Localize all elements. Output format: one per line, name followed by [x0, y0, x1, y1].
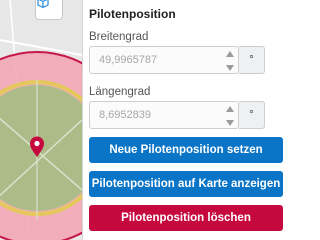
- cube-icon: [37, 0, 49, 9]
- longitude-stepper[interactable]: [226, 106, 234, 126]
- spin-up-icon[interactable]: [226, 106, 234, 112]
- delete-pilot-position-button[interactable]: Pilotenposition löschen: [89, 205, 283, 231]
- show-pilot-position-button[interactable]: Pilotenposition auf Karte anzeigen: [89, 171, 283, 197]
- spin-down-icon[interactable]: [226, 120, 234, 126]
- latitude-stepper[interactable]: [226, 51, 234, 71]
- view-3d-button[interactable]: [35, 0, 63, 20]
- longitude-input[interactable]: 8,6952839: [89, 101, 239, 129]
- latitude-label: Breitengrad: [89, 31, 149, 43]
- longitude-unit: °: [239, 101, 265, 129]
- latitude-value: 49,9965787: [99, 54, 158, 66]
- longitude-label: Längengrad: [89, 86, 151, 98]
- map-canvas[interactable]: [0, 0, 82, 240]
- map-view[interactable]: [0, 0, 83, 240]
- spin-down-icon[interactable]: [226, 65, 234, 71]
- set-pilot-position-button[interactable]: Neue Pilotenposition setzen: [89, 137, 283, 163]
- latitude-input[interactable]: 49,9965787: [89, 46, 239, 74]
- latitude-unit: °: [239, 46, 265, 74]
- spin-up-icon[interactable]: [226, 51, 234, 57]
- longitude-value: 8,6952839: [99, 109, 151, 121]
- pilot-position-panel: Pilotenposition Breitengrad 49,9965787 °…: [83, 0, 295, 240]
- panel-title: Pilotenposition: [89, 7, 176, 21]
